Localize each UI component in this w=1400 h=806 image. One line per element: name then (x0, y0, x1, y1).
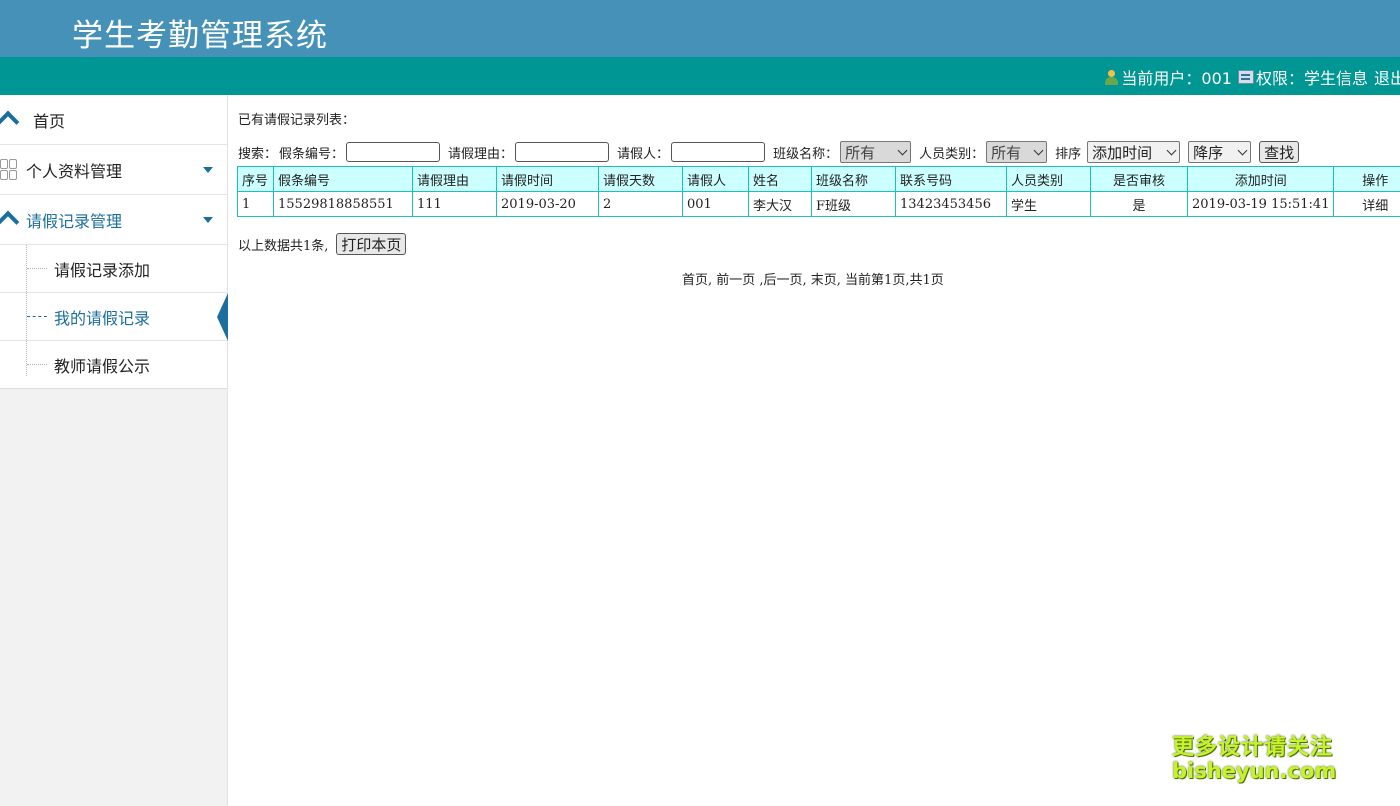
table-cell: 2 (598, 191, 683, 217)
logout-link[interactable]: 退出 (1374, 65, 1400, 89)
sidebar-subitem-label: 请假记录添加 (54, 260, 151, 280)
class-label: 班级名称： (773, 146, 839, 162)
current-user-text: 当前用户：001 (1121, 69, 1232, 88)
column-header: 姓名 (748, 166, 812, 192)
column-header: 假条编号 (273, 166, 413, 192)
sidebar-subitem-label: 我的请假记录 (54, 308, 151, 328)
sidebar-item-profile[interactable]: 个人资料管理 (0, 145, 227, 195)
reason-input[interactable] (515, 142, 610, 162)
sidebar-item-label: 首页 (33, 111, 66, 131)
top-header: 学生考勤管理系统 (0, 0, 1400, 57)
table-cell: 001 (682, 191, 749, 217)
chevron-down-icon (203, 167, 213, 173)
active-indicator (217, 293, 228, 341)
table-cell: 15529818858551 (273, 191, 413, 217)
column-header: 请假时间 (496, 166, 599, 192)
column-header: 人员类别 (1006, 166, 1091, 192)
sidebar-item-label: 个人资料管理 (26, 161, 123, 181)
applicant-label: 请假人： (617, 146, 670, 162)
column-header: 联系号码 (895, 166, 1007, 192)
permission-icon (1237, 70, 1254, 84)
print-page-button[interactable]: 打印本页 (336, 233, 407, 255)
main-content: 已有请假记录列表： 搜索： 假条编号： 请假理由： 请假人： 班级名称： 所有 … (228, 95, 1400, 806)
watermark-text: 更多设计请关注 (1172, 735, 1334, 760)
home-icon (0, 110, 20, 133)
search-bar: 搜索： 假条编号： 请假理由： 请假人： 班级名称： 所有 人员类别： 所有 排… (238, 140, 1300, 164)
sidebar-menu: 首页 个人资料管理 请假记录管理 请假记录添加 我的请假记录 教师请假公示 (0, 95, 228, 389)
table-cell: 学生 (1006, 191, 1091, 217)
column-header: 请假天数 (598, 166, 683, 192)
column-header: 操作 (1333, 166, 1400, 192)
table-cell: 是 (1090, 191, 1188, 217)
tree-connector (27, 268, 47, 269)
sort-label: 排序 (1055, 146, 1082, 162)
table-cell: 111 (412, 191, 497, 217)
user-icon (1103, 69, 1119, 85)
chevron-down-icon (203, 217, 213, 223)
watermark: 更多设计请关注 bisheyun.com (1172, 729, 1337, 783)
user-info: 当前用户：001 权限：学生信息 退出 (1103, 66, 1400, 88)
tree-connector (27, 364, 47, 365)
grid-icon (0, 158, 17, 181)
record-count-text: 以上数据共1条, (238, 238, 329, 254)
sort-field-value: 添加时间 (1092, 144, 1153, 162)
column-header: 是否审核 (1090, 166, 1188, 192)
list-title: 已有请假记录列表： (238, 113, 356, 128)
sidebar-subitem-my-leave[interactable]: 我的请假记录 (0, 293, 228, 341)
table-cell: 13423453456 (895, 191, 1007, 217)
chevron-down-icon (897, 145, 908, 155)
permission-text: 权限：学生信息 (1255, 69, 1368, 88)
sidebar-item-home[interactable]: 首页 (0, 95, 227, 145)
reason-label: 请假理由： (448, 146, 514, 162)
class-select-value: 所有 (845, 144, 876, 162)
pagination[interactable]: 首页, 前一页 ,后一页, 末页, 当前第1页,共1页 (682, 269, 944, 288)
sort-order-value: 降序 (1193, 144, 1224, 162)
column-header: 添加时间 (1186, 166, 1335, 192)
column-header: 序号 (237, 166, 274, 192)
detail-link[interactable]: 详细 (1333, 191, 1400, 217)
sort-order-select[interactable]: 降序 (1188, 141, 1252, 163)
sidebar-item-leave-records[interactable]: 请假记录管理 (0, 195, 227, 245)
table-cell: 1 (237, 191, 274, 217)
table-row: 1 15529818858551 111 2019-03-20 2 001 李大… (237, 191, 1400, 217)
class-select[interactable]: 所有 (840, 141, 912, 163)
person-type-label: 人员类别： (919, 146, 985, 162)
leave-records-table: 序号 假条编号 请假理由 请假时间 请假天数 请假人 姓名 班级名称 联系号码 … (237, 166, 1400, 217)
table-cell: F班级 (811, 191, 896, 217)
sidebar-subitem-add-leave[interactable]: 请假记录添加 (0, 245, 227, 293)
leave-submenu: 请假记录添加 我的请假记录 教师请假公示 (0, 245, 228, 388)
column-header: 请假理由 (412, 166, 497, 192)
search-button[interactable]: 查找 (1259, 141, 1300, 163)
table-cell: 2019-03-20 (496, 191, 599, 217)
sort-field-select[interactable]: 添加时间 (1087, 141, 1181, 163)
search-label: 搜索： (238, 146, 278, 162)
table-summary: 以上数据共1条, 打印本页 (238, 232, 407, 256)
sidebar: 首页 个人资料管理 请假记录管理 请假记录添加 我的请假记录 教师请假公示 (0, 95, 228, 806)
person-type-select-value: 所有 (991, 144, 1022, 162)
user-bar: 当前用户：001 权限：学生信息 退出 (0, 57, 1400, 95)
table-header-row: 序号 假条编号 请假理由 请假时间 请假天数 请假人 姓名 班级名称 联系号码 … (237, 166, 1400, 192)
table-cell: 2019-03-19 15:51:41 (1186, 191, 1335, 217)
app-title: 学生考勤管理系统 (72, 18, 328, 54)
person-type-select[interactable]: 所有 (986, 141, 1048, 163)
watermark-url: bisheyun.com (1172, 759, 1337, 783)
tree-connector (27, 316, 47, 317)
leave-no-label: 假条编号： (279, 146, 345, 162)
applicant-input[interactable] (671, 142, 766, 162)
sidebar-subitem-teacher-leave[interactable]: 教师请假公示 (0, 341, 227, 388)
home-icon (0, 210, 20, 233)
chevron-down-icon (1166, 145, 1177, 155)
column-header: 请假人 (682, 166, 749, 192)
table-cell: 李大汉 (748, 191, 812, 217)
chevron-down-icon (1033, 145, 1044, 155)
leave-no-input[interactable] (346, 142, 441, 162)
chevron-down-icon (1237, 145, 1248, 155)
sidebar-item-label: 请假记录管理 (26, 211, 123, 231)
column-header: 班级名称 (811, 166, 896, 192)
sidebar-subitem-label: 教师请假公示 (54, 356, 151, 376)
